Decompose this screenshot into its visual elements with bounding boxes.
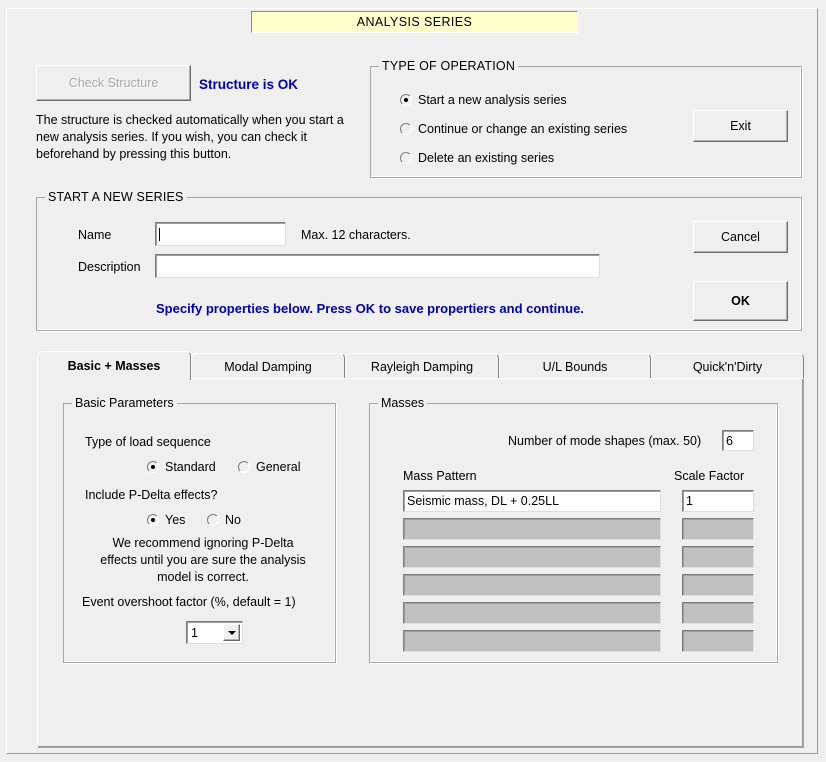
tab-label: Rayleigh Damping — [370, 359, 474, 374]
radio-start-new-series[interactable]: Start a new analysis series — [400, 93, 567, 107]
tab-strip: Basic + Masses Modal Damping Rayleigh Da… — [37, 351, 804, 380]
radio-dot-icon — [147, 461, 159, 473]
exit-label: Exit — [730, 119, 751, 133]
radio-dot-icon — [400, 123, 412, 135]
radio-dot-icon — [207, 514, 219, 526]
mass-pattern-input-4 — [403, 574, 661, 596]
scale-factor-value: 1 — [686, 494, 693, 508]
mode-shapes-input[interactable]: 6 — [722, 430, 754, 451]
mass-pattern-input-3 — [403, 546, 661, 568]
text-caret-icon — [159, 227, 160, 241]
radio-delete-existing-series[interactable]: Delete an existing series — [400, 151, 554, 165]
radio-label: No — [225, 513, 241, 527]
overshoot-factor-select[interactable]: 1 — [186, 621, 243, 644]
cancel-button[interactable]: Cancel — [693, 221, 788, 253]
structure-status-text: Structure is OK — [199, 77, 299, 92]
mass-pattern-header: Mass Pattern — [403, 469, 477, 483]
radio-label: Yes — [165, 513, 186, 527]
tab-basic-masses[interactable]: Basic + Masses — [37, 351, 191, 380]
pdelta-note: We recommend ignoring P-Delta effects un… — [100, 536, 306, 584]
radio-label: Standard — [165, 460, 216, 474]
mass-pattern-input-2 — [403, 518, 661, 540]
name-label: Name — [78, 228, 112, 242]
name-hint: Max. 12 characters. — [301, 228, 411, 242]
scale-factor-input-4 — [682, 574, 754, 596]
pdelta-label: Include P-Delta effects? — [85, 488, 218, 502]
mass-pattern-input-6 — [403, 630, 661, 652]
overshoot-value: 1 — [191, 625, 198, 640]
description-label: Description — [78, 260, 141, 274]
chevron-down-icon[interactable] — [223, 624, 240, 641]
load-sequence-label: Type of load sequence — [85, 435, 211, 449]
ok-button[interactable]: OK — [693, 281, 788, 321]
description-input[interactable] — [155, 254, 600, 278]
radio-label: Continue or change an existing series — [418, 122, 628, 136]
masses-legend: Masses — [378, 396, 428, 410]
radio-dot-icon — [400, 152, 412, 164]
scale-factor-header: Scale Factor — [674, 469, 745, 483]
radio-load-sequence-standard[interactable]: Standard — [147, 460, 216, 474]
radio-dot-icon — [147, 514, 159, 526]
tab-label: Quick'n'Dirty — [692, 359, 763, 374]
radio-dot-icon — [400, 94, 412, 106]
check-structure-button[interactable]: Check Structure — [36, 65, 191, 101]
scale-factor-input-2 — [682, 518, 754, 540]
scale-factor-input-1[interactable]: 1 — [682, 490, 754, 512]
check-structure-help-text: The structure is checked automatically w… — [36, 113, 344, 161]
mass-pattern-value: Seismic mass, DL + 0.25LL — [407, 494, 560, 508]
page-title: ANALYSIS SERIES — [251, 11, 578, 33]
tab-label: Modal Damping — [224, 359, 312, 374]
cancel-label: Cancel — [721, 230, 760, 244]
radio-pdelta-yes[interactable]: Yes — [147, 513, 185, 527]
check-structure-label: Check Structure — [68, 76, 159, 90]
radio-label: General — [256, 460, 301, 474]
name-input[interactable] — [155, 222, 286, 246]
page-title-text: ANALYSIS SERIES — [356, 15, 473, 29]
radio-continue-existing-series[interactable]: Continue or change an existing series — [400, 122, 627, 136]
mass-pattern-input-1[interactable]: Seismic mass, DL + 0.25LL — [403, 490, 661, 512]
exit-button[interactable]: Exit — [693, 110, 788, 142]
scale-factor-input-3 — [682, 546, 754, 568]
radio-dot-icon — [238, 461, 250, 473]
new-series-instruction: Specify properties below. Press OK to sa… — [156, 301, 584, 316]
radio-label: Delete an existing series — [418, 151, 555, 165]
mode-shapes-value: 6 — [726, 433, 733, 448]
scale-factor-input-6 — [682, 630, 754, 652]
tab-label: Basic + Masses — [67, 359, 161, 373]
scale-factor-input-5 — [682, 602, 754, 624]
mode-shapes-label: Number of mode shapes (max. 50) — [508, 434, 702, 448]
basic-parameters-legend: Basic Parameters — [72, 396, 177, 410]
radio-pdelta-no[interactable]: No — [207, 513, 241, 527]
type-of-operation-legend: TYPE OF OPERATION — [379, 59, 519, 73]
mass-pattern-input-5 — [403, 602, 661, 624]
start-new-series-legend: START A NEW SERIES — [45, 190, 187, 204]
radio-load-sequence-general[interactable]: General — [238, 460, 300, 474]
tab-modal-damping[interactable]: Modal Damping — [191, 353, 345, 379]
tab-quick-n-dirty[interactable]: Quick'n'Dirty — [651, 353, 804, 379]
tab-ul-bounds[interactable]: U/L Bounds — [499, 353, 651, 379]
radio-label: Start a new analysis series — [418, 93, 567, 107]
tab-rayleigh-damping[interactable]: Rayleigh Damping — [345, 353, 499, 379]
ok-label: OK — [731, 294, 750, 308]
tab-label: U/L Bounds — [542, 359, 608, 374]
overshoot-label: Event overshoot factor (%, default = 1) — [82, 595, 296, 609]
